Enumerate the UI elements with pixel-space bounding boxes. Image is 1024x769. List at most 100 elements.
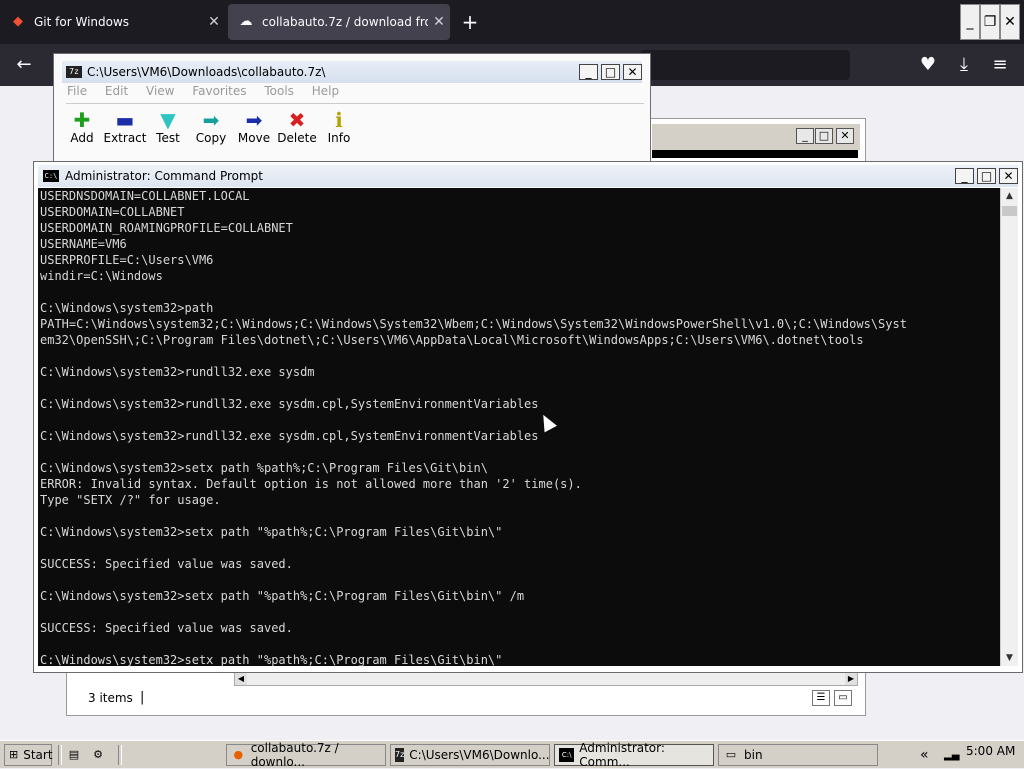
taskbar-item-cmd[interactable]: C:\ Administrator: Comm...: [554, 741, 714, 769]
menu-icon[interactable]: ≡: [988, 53, 1012, 77]
copy-button[interactable]: ➡ Copy: [189, 109, 233, 145]
large-icons-view-icon[interactable]: ▭: [834, 690, 852, 706]
console-line: C:\Windows\system32>rundll32.exe sysdm.c…: [40, 397, 539, 411]
taskbar-item-firefox[interactable]: ● collabauto.7z / downlo...: [226, 741, 386, 769]
console-line: USERPROFILE=C:\Users\VM6: [40, 253, 214, 267]
7zip-titlebar[interactable]: 7z C:\Users\VM6\Downloads\collabauto.7z\…: [62, 61, 642, 83]
console-line: USERNAME=VM6: [40, 237, 127, 251]
7zip-maximize-button[interactable]: □: [601, 64, 620, 80]
move-icon: ➡: [245, 108, 263, 132]
test-button[interactable]: ▼ Test: [146, 109, 190, 145]
scrollbar-thumb[interactable]: [1002, 206, 1017, 216]
taskbar: ⊞ Start ▤ ⚙ ● collabauto.7z / downlo... …: [0, 740, 1024, 769]
network-icon[interactable]: ▂▄: [944, 744, 959, 766]
console-line: C:\Windows\system32>setx path %path%;C:\…: [40, 461, 488, 475]
details-view-icon[interactable]: ☰: [812, 690, 830, 706]
add-icon: ✚: [73, 108, 91, 132]
7zip-minimize-button[interactable]: _: [579, 64, 598, 80]
explorer-minimize-button[interactable]: _: [796, 128, 814, 144]
new-tab-button[interactable]: +: [458, 10, 482, 34]
7zip-menu-divider: [66, 103, 644, 104]
command-prompt-window: C:\ Administrator: Command Prompt _ □ ✕ …: [33, 161, 1023, 673]
console-line: Type "SETX /?" for usage.: [40, 493, 221, 507]
browser-close-button[interactable]: ✕: [1000, 4, 1020, 40]
console-line: C:\Windows\system32>rundll32.exe sysdm.c…: [40, 429, 539, 443]
copy-label: Copy: [195, 131, 227, 145]
pocket-icon[interactable]: ♥: [916, 53, 940, 77]
download-icon[interactable]: ⤓: [952, 53, 976, 77]
status-separator: |: [140, 690, 145, 705]
console-output[interactable]: USERDNSDOMAIN=COLLABNET.LOCAL USERDOMAIN=…: [38, 188, 1000, 666]
cloud-icon: ☁: [239, 14, 253, 29]
close-tab-icon[interactable]: ✕: [428, 14, 450, 30]
scroll-down-icon[interactable]: ▼: [1001, 650, 1018, 666]
7zip-title: C:\Users\VM6\Downloads\collabauto.7z\: [87, 65, 326, 79]
delete-icon: ✖: [288, 108, 306, 132]
explorer-dark-strip: [652, 150, 858, 158]
vertical-scrollbar[interactable]: ▲ ▼: [1000, 188, 1018, 666]
taskbar-item-7zip[interactable]: 7z C:\Users\VM6\Downlo...: [390, 744, 550, 766]
menu-edit[interactable]: Edit: [105, 84, 128, 98]
console-line: C:\Windows\system32>path: [40, 301, 214, 315]
extract-icon: ▬: [115, 108, 135, 132]
scroll-right-icon[interactable]: ▶: [845, 673, 857, 685]
close-tab-icon[interactable]: ✕: [203, 14, 225, 30]
horizontal-scrollbar[interactable]: ◀ ▶: [234, 672, 858, 686]
menu-favorites[interactable]: Favorites: [192, 84, 246, 98]
console-line: USERDOMAIN_ROAMINGPROFILE=COLLABNET: [40, 221, 293, 235]
tray-expand-icon[interactable]: «: [920, 744, 929, 766]
status-item-count: 3 items: [88, 691, 133, 705]
copy-icon: ➡: [202, 108, 220, 132]
console-line: C:\Windows\system32>setx path "%path%;C:…: [40, 525, 503, 539]
cmd-titlebar[interactable]: C:\ Administrator: Command Prompt _ □ ✕: [38, 165, 1018, 187]
cmd-close-button[interactable]: ✕: [999, 168, 1018, 184]
tab-git-for-windows[interactable]: ◆ Git for Windows ✕: [0, 0, 225, 44]
delete-button[interactable]: ✖ Delete: [275, 109, 319, 145]
menu-view[interactable]: View: [146, 84, 174, 98]
back-arrow-icon[interactable]: ←: [12, 53, 36, 77]
scroll-left-icon[interactable]: ◀: [235, 673, 247, 685]
taskbar-clock[interactable]: 5:00 AM: [966, 744, 1015, 758]
7zip-menu-bar: File Edit View Favorites Tools Help: [67, 84, 353, 98]
7zip-window: 7z C:\Users\VM6\Downloads\collabauto.7z\…: [53, 53, 651, 163]
taskbar-divider: [118, 745, 122, 765]
url-bar[interactable]: [640, 50, 850, 80]
menu-tools[interactable]: Tools: [264, 84, 294, 98]
firefox-icon: ●: [233, 748, 244, 761]
7zip-close-button[interactable]: ✕: [623, 64, 642, 80]
add-label: Add: [70, 131, 94, 145]
tab-title: Git for Windows: [34, 15, 130, 29]
menu-file[interactable]: File: [67, 84, 87, 98]
cmd-app-icon: C:\: [43, 170, 59, 182]
menu-help[interactable]: Help: [312, 84, 339, 98]
info-button[interactable]: ℹ Info: [317, 109, 361, 145]
scroll-up-icon[interactable]: ▲: [1001, 188, 1018, 204]
cmd-minimize-button[interactable]: _: [955, 168, 974, 184]
extract-button[interactable]: ▬ Extract: [103, 109, 147, 145]
browser-restore-button[interactable]: ❐: [980, 4, 1000, 40]
console-line: ERROR: Invalid syntax. Default option is…: [40, 477, 582, 491]
show-desktop-icon[interactable]: ▤: [66, 744, 87, 766]
settings-icon[interactable]: ⚙: [90, 744, 111, 766]
console-line: USERDOMAIN=COLLABNET: [40, 205, 185, 219]
explorer-close-button[interactable]: ✕: [836, 128, 854, 144]
move-button[interactable]: ➡ Move: [232, 109, 276, 145]
start-button[interactable]: ⊞ Start: [4, 744, 53, 766]
tab-collabauto-download[interactable]: ☁ collabauto.7z / download from ✕: [228, 4, 450, 40]
tab-title: collabauto.7z / download from: [262, 15, 428, 29]
cmd-icon: C:\: [559, 748, 575, 762]
7zip-icon: 7z: [395, 748, 405, 762]
add-button[interactable]: ✚ Add: [60, 109, 104, 145]
taskbar-item-folder[interactable]: ▭ bin: [718, 744, 878, 766]
cmd-maximize-button[interactable]: □: [977, 168, 996, 184]
explorer-maximize-button[interactable]: □: [815, 128, 833, 144]
browser-minimize-button[interactable]: _: [960, 4, 980, 40]
console-line: C:\Windows\system32>setx path "%path%;C:…: [40, 653, 503, 666]
console-line: SUCCESS: Specified value was saved.: [40, 557, 293, 571]
